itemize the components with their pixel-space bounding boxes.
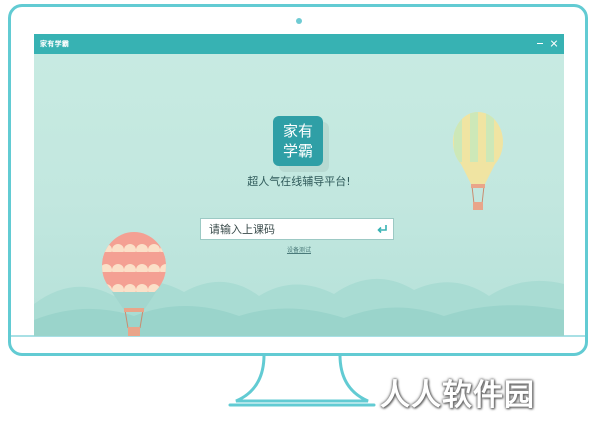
logo-text: 家有学霸 xyxy=(282,122,313,160)
slogan-text: 超人气在线辅导平台! xyxy=(247,175,351,188)
enter-return-icon[interactable] xyxy=(376,223,388,235)
device-test-link[interactable]: 设备测试 xyxy=(264,246,334,256)
webcam-dot xyxy=(296,18,302,24)
class-code-input[interactable] xyxy=(200,218,394,240)
monitor-stand xyxy=(228,355,376,407)
hot-air-balloon-coral xyxy=(102,232,166,336)
hot-air-balloon-yellow xyxy=(453,112,503,210)
app-logo: 家有学霸 xyxy=(273,116,323,166)
app-window: 家有学霸 家有学霸 超人气在线辅导平台! 请输入上课码 设备测试 xyxy=(34,34,564,336)
watermark-text: 人人软件园 xyxy=(380,378,535,413)
